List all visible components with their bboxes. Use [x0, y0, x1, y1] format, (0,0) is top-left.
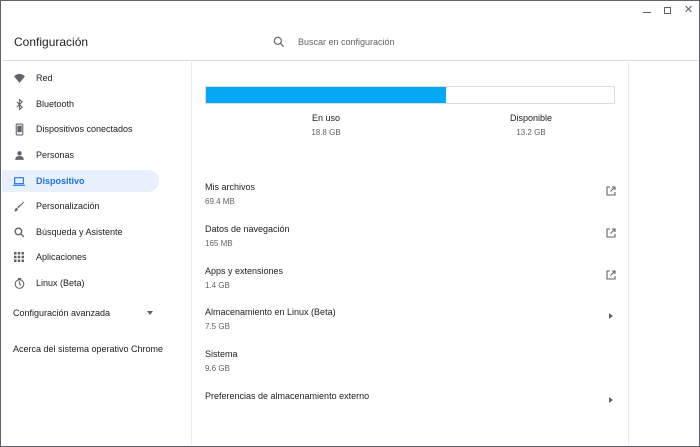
arrow-right-icon[interactable] [605, 310, 617, 322]
apps-extensions-row[interactable]: Apps y extensiones 1.4 GB [205, 264, 617, 302]
row-title: Mis archivos [205, 182, 256, 192]
linux-storage-row[interactable]: Almacenamiento en Linux (Beta) 7.5 GB [205, 305, 617, 343]
sidebar-item-search-assistant[interactable]: Búsqueda y Asistente [2, 221, 159, 243]
sidebar-item-label: Dispositivos conectados [36, 124, 133, 134]
sidebar-item-label: Bluetooth [36, 99, 75, 109]
row-title: Preferencias de almacenamiento externo [205, 391, 370, 401]
brush-icon [12, 199, 26, 213]
sidebar-item-device[interactable]: Dispositivo [2, 170, 159, 192]
about-chrome-os-link[interactable]: Acerca del sistema operativo Chrome [13, 344, 183, 354]
close-icon: ✕ [683, 3, 694, 16]
storage-used-stat: En uso 18.8 GB [281, 113, 371, 137]
sidebar-item-bluetooth[interactable]: Bluetooth [2, 93, 159, 115]
search-input[interactable] [298, 34, 598, 50]
sidebar-item-label: Personas [36, 150, 75, 160]
sidebar-item-label: Búsqueda y Asistente [36, 227, 123, 237]
about-chrome-os-label: Acerca del sistema operativo Chrome [13, 344, 164, 354]
sidebar-item-label: Dispositivo [36, 176, 85, 186]
row-title: Sistema [205, 349, 238, 359]
maximize-icon [664, 6, 671, 14]
storage-used-value: 18.8 GB [311, 128, 341, 137]
sidebar-item-connected-devices[interactable]: Dispositivos conectados [2, 118, 159, 140]
wifi-icon [12, 71, 26, 85]
sidebar-item-linux[interactable]: Linux (Beta) [2, 272, 159, 294]
close-button[interactable]: ✕ [678, 2, 699, 18]
storage-available-label: Disponible [509, 113, 553, 123]
page-title: Configuración [14, 35, 89, 49]
row-size: 9.6 GB [205, 364, 230, 373]
arrow-right-icon[interactable] [605, 394, 617, 406]
maximize-button[interactable] [657, 2, 678, 18]
my-files-row[interactable]: Mis archivos 69.4 MB [205, 180, 617, 218]
search-icon [12, 225, 26, 239]
row-title: Datos de navegación [205, 224, 290, 234]
linux-icon [12, 276, 26, 290]
sidebar-item-label: Personalización [36, 201, 100, 211]
sidebar-item-label: Aplicaciones [36, 252, 87, 262]
open-external-icon[interactable] [605, 185, 617, 197]
row-size: 165 MB [205, 239, 233, 248]
sidebar: Red Bluetooth Dispositivos conectados Pe… [2, 62, 192, 445]
storage-used-label: En uso [311, 113, 341, 123]
advanced-settings-toggle[interactable]: Configuración avanzada [13, 308, 153, 318]
row-title: Almacenamiento en Linux (Beta) [205, 307, 336, 317]
advanced-settings-label: Configuración avanzada [13, 308, 111, 318]
system-row: Sistema 9.6 GB [205, 347, 617, 385]
row-title: Apps y extensiones [205, 266, 284, 276]
phone-icon [12, 122, 26, 136]
settings-window: ✕ Configuración Red Bluetooth Dispositiv… [0, 0, 700, 447]
storage-available-value: 13.2 GB [516, 128, 546, 137]
sidebar-item-label: Red [36, 73, 53, 83]
open-external-icon[interactable] [605, 269, 617, 281]
minimize-button[interactable] [636, 2, 657, 18]
sidebar-item-apps[interactable]: Aplicaciones [2, 246, 159, 268]
chevron-down-icon [147, 311, 153, 315]
sidebar-item-people[interactable]: Personas [2, 144, 159, 166]
storage-used-fill [206, 87, 446, 103]
open-external-icon[interactable] [605, 227, 617, 239]
bluetooth-icon [12, 97, 26, 111]
external-storage-preferences-row[interactable]: Preferencias de almacenamiento externo [205, 389, 617, 427]
row-size: 69.4 MB [205, 197, 235, 206]
row-size: 1.4 GB [205, 281, 230, 290]
sidebar-item-red[interactable]: Red [2, 67, 159, 89]
header: Configuración [2, 19, 698, 61]
search-icon[interactable] [272, 35, 286, 49]
sidebar-item-personalization[interactable]: Personalización [2, 195, 159, 217]
minimize-icon [642, 11, 651, 13]
storage-available-stat: Disponible 13.2 GB [486, 113, 576, 137]
storage-usage-bar [205, 86, 615, 104]
browsing-data-row[interactable]: Datos de navegación 165 MB [205, 222, 617, 260]
sidebar-item-label: Linux (Beta) [36, 278, 85, 288]
laptop-icon [12, 174, 26, 188]
apps-grid-icon [12, 250, 26, 264]
storage-panel: En uso 18.8 GB Disponible 13.2 GB Mis ar… [192, 62, 629, 445]
person-icon [12, 148, 26, 162]
row-size: 7.5 GB [205, 322, 230, 331]
window-controls: ✕ [636, 2, 699, 18]
